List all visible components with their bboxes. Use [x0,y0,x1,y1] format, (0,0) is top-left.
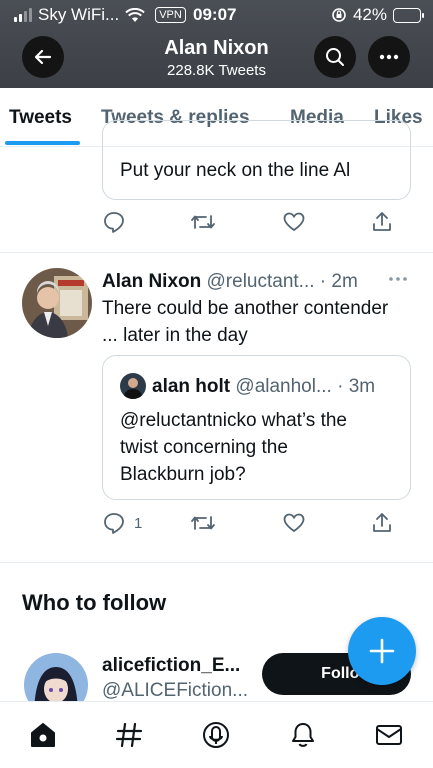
share-button[interactable] [370,511,394,535]
vpn-badge: VPN [155,7,186,23]
tweet-actions [102,210,402,236]
tweet-text-line-2: ... later in the day [102,325,248,346]
quoted-handle-time: @alanhol... · 3m [235,376,376,397]
reply-icon [104,212,124,233]
wifi-icon [125,7,145,22]
author-name[interactable]: Alan Nixon [102,271,201,292]
compose-tweet-button[interactable] [348,617,416,685]
nav-messages[interactable] [373,719,405,751]
active-tab-indicator [5,141,80,145]
tab-tweets[interactable]: Tweets [9,107,72,129]
author-handle-time: @reluctant... · 2m [206,271,358,292]
plus-icon [369,638,395,664]
retweet-icon [191,516,215,530]
quoted-author-name: alan holt [152,376,231,397]
reply-icon [104,513,124,534]
quoted-text-line-1: @reluctantnicko what’s the [120,410,347,431]
tweet-count: 228.8K Tweets [167,62,266,79]
suggested-name[interactable]: alicefiction_E... [102,652,240,679]
home-icon [31,723,55,747]
status-bar: Sky WiFi... VPN 09:07 42% [0,0,433,30]
battery-percent: 42% [352,5,387,24]
search-button[interactable] [314,36,356,78]
explore-icon [115,722,143,748]
messages-icon [376,725,402,745]
tweet-actions: 1 [102,511,402,537]
avatar[interactable] [22,268,92,338]
share-button[interactable] [370,210,394,234]
more-icon [379,54,399,60]
quoted-avatar [120,373,146,399]
status-right: 42% [331,5,424,25]
carrier-label: Sky WiFi... [38,5,120,24]
bottom-navigation [0,701,433,768]
like-button[interactable] [282,210,306,234]
heart-icon [283,513,305,533]
search-icon [326,48,344,66]
retweet-button[interactable] [190,210,216,234]
tweet-divider [0,562,433,563]
quoted-tweet-text: Put your neck on the line Al [120,160,351,181]
nav-notifications[interactable] [287,719,319,751]
retweet-button[interactable] [190,511,216,535]
tweet-text-line-1: There could be another contender [102,298,389,319]
status-time: 09:07 [193,5,237,24]
quoted-header: alan holt @alanhol... · 3m [152,373,375,400]
like-button[interactable] [282,511,306,535]
retweet-icon [191,215,215,229]
suggested-handle: @ALICEFiction... [102,680,248,701]
notifications-icon [292,723,314,747]
nav-home[interactable] [27,719,59,751]
reply-button[interactable] [102,210,126,234]
orientation-lock-icon [332,8,346,22]
heart-icon [283,212,305,232]
nav-spaces[interactable] [200,719,232,751]
who-to-follow-title: Who to follow [22,590,167,615]
reply-count: 1 [134,514,143,532]
reply-button[interactable]: 1 [102,511,142,535]
tweet-divider [0,252,433,253]
tweet-header: Alan Nixon @reluctant... · 2m [102,268,358,295]
battery-icon [393,7,424,23]
tweet-more-icon[interactable] [388,276,408,282]
quoted-text-line-2: twist concerning the [120,437,288,458]
share-icon [373,513,391,532]
spaces-icon [203,722,229,748]
signal-icon [14,8,32,22]
profile-header: Sky WiFi... VPN 09:07 42% Alan Nixon 228… [0,0,433,88]
share-icon [373,212,391,231]
quoted-text-line-3: Blackburn job? [120,464,246,485]
more-button[interactable] [368,36,410,78]
status-left: Sky WiFi... VPN [14,5,186,25]
nav-explore[interactable] [113,719,145,751]
